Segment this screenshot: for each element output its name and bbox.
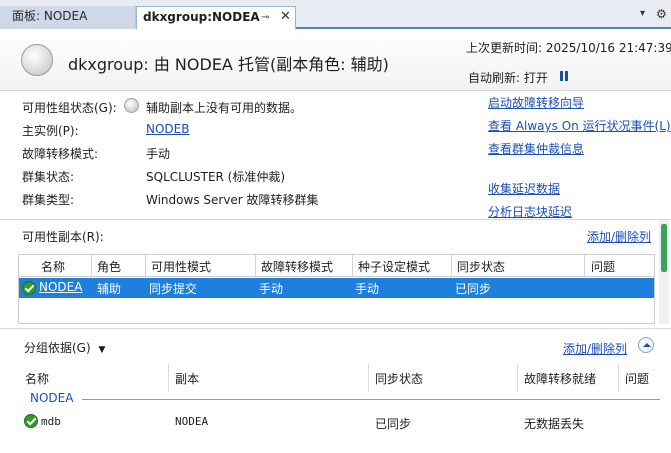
replicas-grid-header: 名称 角色 可用性模式 故障转移模式 种子设定模式 同步状态 问题 bbox=[19, 255, 654, 277]
column-header-replica[interactable]: 副本 bbox=[175, 370, 199, 387]
view-alwayson-health-events-link[interactable]: 查看 Always On 运行状况事件(L) bbox=[488, 117, 671, 134]
cluster-state-label: 群集状态: bbox=[22, 170, 75, 184]
last-updated-label: 上次更新时间: bbox=[466, 41, 543, 55]
availability-group-state-value: 辅助副本上没有可用的数据。 bbox=[146, 101, 303, 115]
availability-group-state-label: 可用性组状态(G): bbox=[22, 101, 117, 115]
column-divider bbox=[451, 255, 452, 277]
group-status-icon bbox=[21, 44, 53, 76]
column-divider bbox=[145, 255, 146, 277]
group-by-label: 分组依据(G) bbox=[24, 341, 91, 355]
scrollbar-thumb[interactable] bbox=[661, 224, 667, 272]
failover-mode-label: 故障转移模式: bbox=[22, 147, 99, 161]
availability-replicas-label: 可用性副本(R): bbox=[22, 230, 104, 244]
column-divider bbox=[91, 255, 92, 277]
databases-add-remove-columns-link[interactable]: 添加/删除列 bbox=[563, 340, 627, 357]
column-header-issues[interactable]: 问题 bbox=[625, 370, 649, 387]
column-header-role[interactable]: 角色 bbox=[97, 258, 121, 275]
synchronized-check-icon bbox=[22, 281, 36, 295]
cluster-type-label: 群集类型: bbox=[22, 193, 75, 207]
column-header-name[interactable]: 名称 bbox=[41, 258, 65, 275]
column-divider bbox=[168, 364, 169, 392]
database-failover-readiness: 无数据丢失 bbox=[524, 417, 585, 431]
collapse-up-icon[interactable] bbox=[638, 337, 654, 353]
gear-icon[interactable]: ⚙ bbox=[656, 7, 667, 21]
auto-refresh-value: 打开 bbox=[523, 71, 548, 85]
auto-refresh-text: 自动刷新: 打开 bbox=[468, 69, 548, 86]
view-cluster-quorum-link[interactable]: 查看群集仲裁信息 bbox=[488, 140, 584, 157]
chevron-down-icon: ▼ bbox=[98, 345, 106, 355]
last-updated-value: 2025/10/16 21:47:39 bbox=[545, 41, 671, 55]
availability-replicas-grid: 名称 角色 可用性模式 故障转移模式 种子设定模式 同步状态 问题 NODEA … bbox=[18, 254, 655, 324]
column-header-issues[interactable]: 问题 bbox=[591, 258, 615, 275]
replica-failover-mode: 手动 bbox=[259, 282, 284, 296]
synchronized-check-icon bbox=[24, 414, 38, 428]
section-divider bbox=[0, 219, 671, 220]
database-replica: NODEA bbox=[175, 415, 209, 428]
primary-instance-label: 主实例(P): bbox=[22, 124, 79, 138]
start-failover-wizard-link[interactable]: 启动故障转移向导 bbox=[488, 94, 584, 111]
table-row[interactable]: NODEA 辅助 同步提交 手动 手动 已同步 bbox=[19, 278, 654, 298]
analyze-log-block-latency-link[interactable]: 分析日志块延迟 bbox=[488, 203, 572, 220]
close-icon[interactable]: ✕ bbox=[280, 6, 291, 27]
vertical-scrollbar[interactable] bbox=[659, 220, 669, 324]
replica-role: 辅助 bbox=[97, 282, 122, 296]
database-sync-state: 已同步 bbox=[375, 417, 412, 431]
tab-dkxgroup-nodea[interactable]: dkxgroup:NODEA ⊸ ✕ bbox=[136, 6, 296, 29]
column-divider bbox=[255, 255, 256, 277]
pause-icon[interactable] bbox=[560, 71, 568, 81]
section-divider bbox=[0, 328, 671, 329]
failover-mode-value: 手动 bbox=[146, 147, 171, 161]
page-title: dkxgroup: 由 NODEA 托管(副本角色: 辅助) bbox=[68, 55, 389, 74]
database-group-header[interactable]: NODEA bbox=[30, 391, 73, 405]
cluster-type-value: Windows Server 故障转移群集 bbox=[146, 193, 319, 207]
replica-sync-state: 已同步 bbox=[455, 282, 492, 296]
column-header-sync-state[interactable]: 同步状态 bbox=[457, 258, 505, 275]
column-divider bbox=[368, 364, 369, 392]
replica-name-link[interactable]: NODEA bbox=[39, 280, 82, 294]
group-divider-line bbox=[82, 399, 660, 400]
group-state-icon bbox=[124, 98, 139, 113]
tab-label: dkxgroup:NODEA bbox=[143, 10, 260, 24]
replica-availability-mode: 同步提交 bbox=[149, 282, 198, 296]
column-divider bbox=[584, 255, 585, 277]
pin-icon[interactable]: ⊸ bbox=[261, 7, 269, 28]
last-updated-text: 上次更新时间: 2025/10/16 21:47:39 bbox=[466, 39, 671, 56]
auto-refresh-label: 自动刷新: bbox=[468, 71, 521, 85]
primary-instance-link[interactable]: NODEB bbox=[146, 122, 189, 136]
document-tab-strip: 面板: NODEA dkxgroup:NODEA ⊸ ✕ ▾ ⚙ bbox=[0, 0, 671, 29]
column-header-failover-readiness[interactable]: 故障转移就绪 bbox=[524, 370, 596, 387]
group-by-dropdown[interactable]: 分组依据(G) ▼ bbox=[24, 339, 105, 356]
cluster-state-value: SQLCLUSTER (标准仲裁) bbox=[146, 170, 286, 184]
column-header-seeding-mode[interactable]: 种子设定模式 bbox=[358, 258, 430, 275]
tab-label: 面板: NODEA bbox=[12, 9, 88, 23]
column-header-failover-mode[interactable]: 故障转移模式 bbox=[261, 258, 333, 275]
dashboard-header: dkxgroup: 由 NODEA 托管(副本角色: 辅助) 上次更新时间: 2… bbox=[0, 31, 671, 91]
database-name: mdb bbox=[41, 415, 61, 428]
column-header-sync-state[interactable]: 同步状态 bbox=[375, 370, 423, 387]
column-divider bbox=[618, 364, 619, 392]
replica-seeding-mode: 手动 bbox=[355, 282, 380, 296]
replicas-add-remove-columns-link[interactable]: 添加/删除列 bbox=[587, 228, 651, 245]
tab-dashboard-nodea[interactable]: 面板: NODEA bbox=[0, 6, 136, 29]
tab-menu-dropdown-icon[interactable]: ▾ bbox=[640, 8, 645, 19]
collect-latency-data-link[interactable]: 收集延迟数据 bbox=[488, 180, 560, 197]
column-divider bbox=[352, 255, 353, 277]
column-header-name[interactable]: 名称 bbox=[25, 370, 49, 387]
column-header-availability-mode[interactable]: 可用性模式 bbox=[151, 258, 211, 275]
column-divider bbox=[517, 364, 518, 392]
